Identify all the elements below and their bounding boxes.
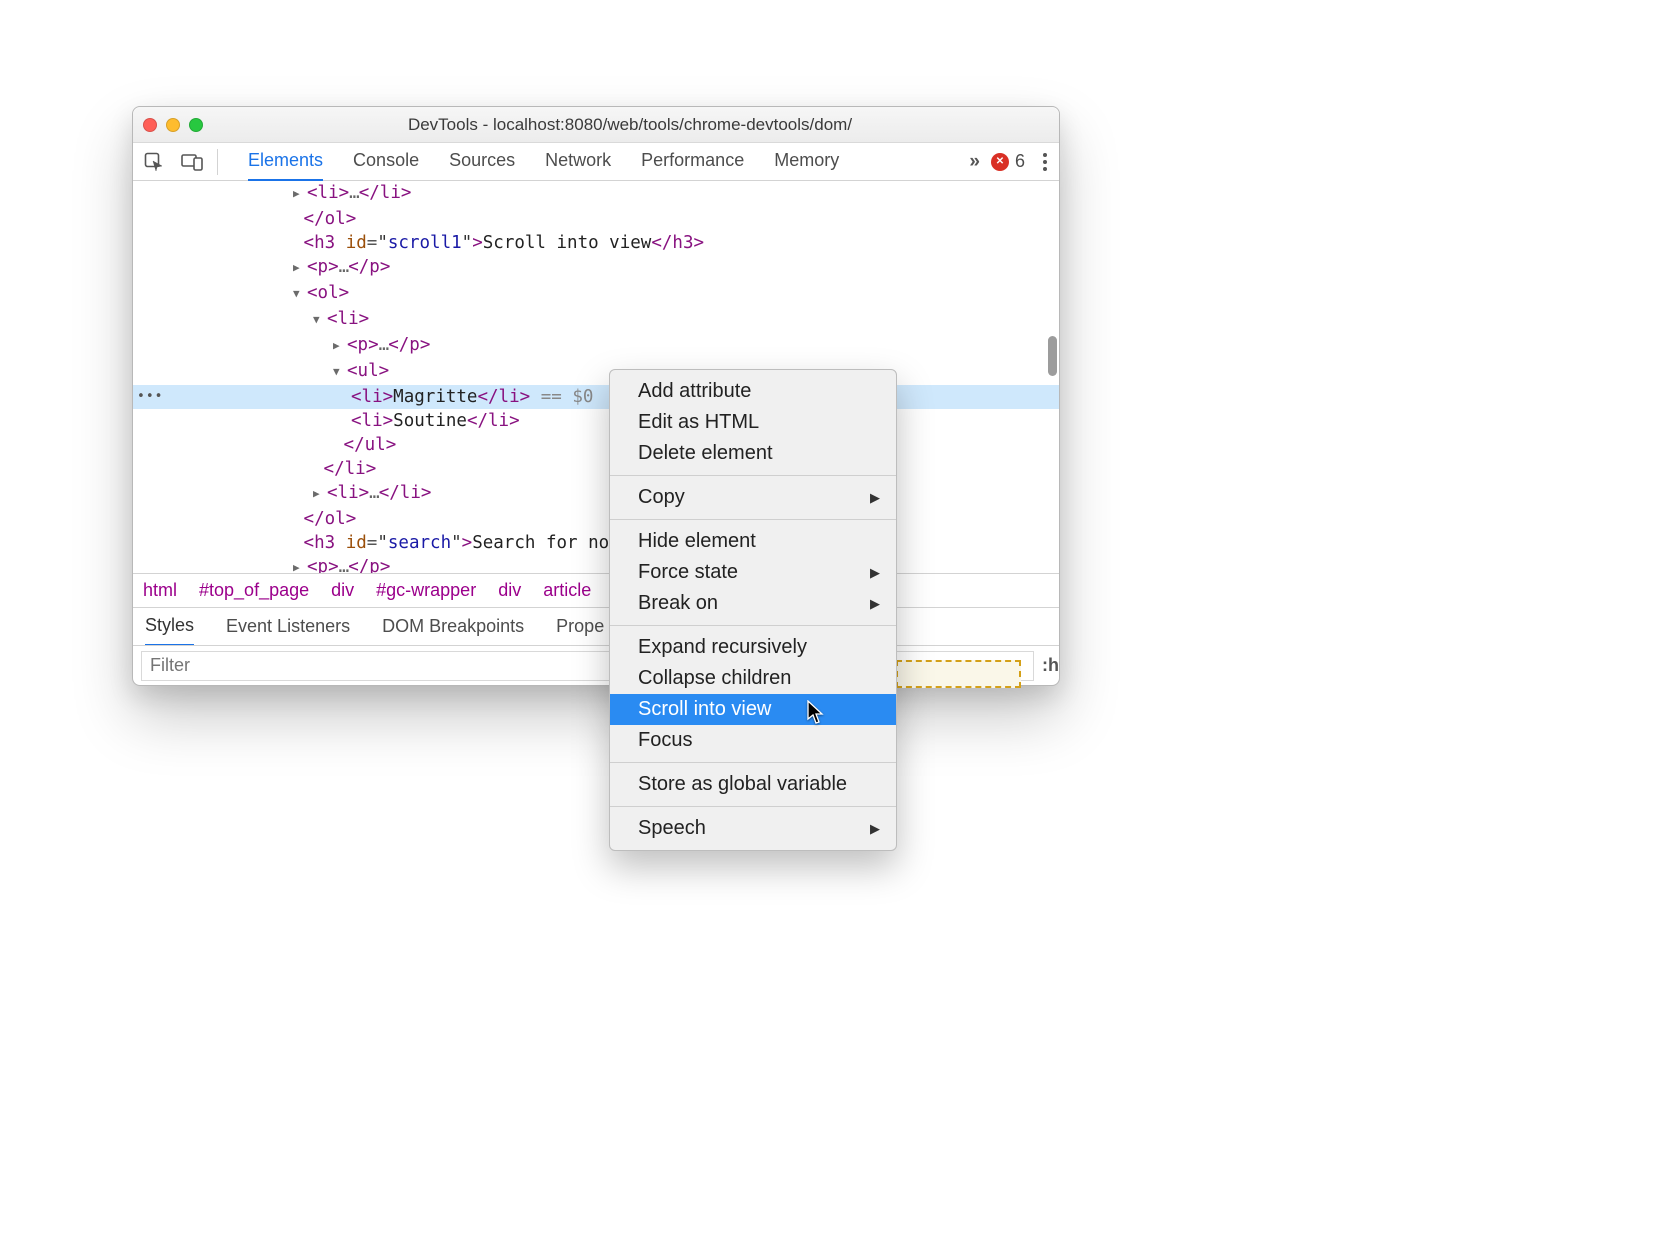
window-zoom-button[interactable] (189, 118, 203, 132)
context-menu-separator (610, 519, 896, 520)
window-titlebar: DevTools - localhost:8080/web/tools/chro… (133, 107, 1059, 143)
subtab-event-listeners[interactable]: Event Listeners (226, 608, 350, 645)
hover-toggle[interactable]: :h (1042, 655, 1059, 676)
context-menu-item[interactable]: Copy (610, 482, 896, 513)
context-menu-item[interactable]: Expand recursively (610, 632, 896, 663)
subtab-dom-breakpoints[interactable]: DOM Breakpoints (382, 608, 524, 645)
dom-tree-row[interactable]: <li>Soutine</li> (133, 409, 1059, 433)
context-menu-item[interactable]: Store as global variable (610, 769, 896, 800)
dom-tree-row[interactable]: </ul> (133, 433, 1059, 457)
dom-tree-row[interactable]: <h3 id="scroll1">Scroll into view</h3> (133, 231, 1059, 255)
dom-tree-row[interactable]: <li>Magritte</li> == $0 (133, 385, 1059, 409)
context-menu-item[interactable]: Delete element (610, 438, 896, 469)
dom-tree-row[interactable]: <h3 id="search">Search for node (133, 531, 1059, 555)
context-menu-separator (610, 806, 896, 807)
device-toolbar-icon[interactable] (179, 149, 205, 175)
dom-tree-row[interactable]: <p>…</p> (133, 255, 1059, 281)
context-menu-item[interactable]: Add attribute (610, 376, 896, 407)
dom-tree-row[interactable]: <li> (133, 307, 1059, 333)
error-icon (991, 153, 1009, 171)
devtools-window: DevTools - localhost:8080/web/tools/chro… (132, 106, 1060, 686)
dom-tree-row[interactable]: <ul> (133, 359, 1059, 385)
dom-tree-selected-row[interactable]: •••<li>Magritte</li> == $0 (133, 385, 1059, 409)
subtab-styles[interactable]: Styles (145, 607, 194, 646)
context-menu-separator (610, 625, 896, 626)
tab-performance[interactable]: Performance (641, 142, 744, 181)
toolbar-separator (217, 149, 218, 175)
context-menu-item[interactable]: Collapse children (610, 663, 896, 694)
inspect-element-icon[interactable] (141, 149, 167, 175)
dom-tree-row[interactable]: </li> (133, 457, 1059, 481)
error-count: 6 (1015, 151, 1025, 172)
crumb-item[interactable]: #gc-wrapper (376, 580, 476, 601)
dom-tree-row[interactable]: <ol> (133, 281, 1059, 307)
crumb-item[interactable]: div (498, 580, 521, 601)
panel-toolbar: Elements Console Sources Network Perform… (133, 143, 1059, 181)
more-tabs-icon[interactable]: » (969, 151, 977, 173)
elements-context-menu: Add attributeEdit as HTMLDelete element C… (609, 369, 897, 851)
dom-tree-row[interactable]: <p>…</p> (133, 555, 1059, 573)
dom-tree-row[interactable]: </ol> (133, 207, 1059, 231)
styles-subpanel-tabs: Styles Event Listeners DOM Breakpoints P… (133, 607, 1059, 645)
scrollbar-thumb[interactable] (1048, 336, 1057, 376)
crumb-item[interactable]: html (143, 580, 177, 601)
crumb-item[interactable]: #top_of_page (199, 580, 309, 601)
tab-console[interactable]: Console (353, 142, 419, 181)
context-menu-item[interactable]: Hide element (610, 526, 896, 557)
context-menu-separator (610, 762, 896, 763)
context-menu-item[interactable]: Speech (610, 813, 896, 844)
crumb-item[interactable]: article (543, 580, 591, 601)
dom-tree-row[interactable]: <li>…</li> (133, 181, 1059, 207)
dom-tree-row[interactable]: <p>…</p> (133, 333, 1059, 359)
context-menu-item[interactable]: Break on (610, 588, 896, 619)
tab-memory[interactable]: Memory (774, 142, 839, 181)
metrics-margin-box (896, 660, 1021, 688)
context-menu-item[interactable]: Scroll into view (610, 694, 896, 725)
context-menu-item[interactable]: Focus (610, 725, 896, 756)
context-menu-item[interactable]: Edit as HTML (610, 407, 896, 438)
crumb-item[interactable]: div (331, 580, 354, 601)
window-title: DevTools - localhost:8080/web/tools/chro… (211, 115, 1049, 135)
settings-menu-icon[interactable] (1039, 149, 1051, 175)
window-traffic-lights (143, 118, 203, 132)
tab-sources[interactable]: Sources (449, 142, 515, 181)
elements-dom-tree[interactable]: <li>…</li> </ol> <h3 id="scroll1">Scroll… (133, 181, 1059, 573)
window-minimize-button[interactable] (166, 118, 180, 132)
context-menu-item[interactable]: Force state (610, 557, 896, 588)
gutter-actions-icon[interactable]: ••• (137, 385, 163, 409)
panel-tabs: Elements Console Sources Network Perform… (248, 142, 839, 181)
error-counter[interactable]: 6 (991, 151, 1025, 172)
window-close-button[interactable] (143, 118, 157, 132)
elements-breadcrumb[interactable]: html #top_of_page div #gc-wrapper div ar… (133, 573, 1059, 607)
subtab-properties[interactable]: Prope (556, 608, 604, 645)
context-menu-separator (610, 475, 896, 476)
tab-network[interactable]: Network (545, 142, 611, 181)
dom-tree-row[interactable]: </ol> (133, 507, 1059, 531)
dom-tree-row[interactable]: <li>…</li> (133, 481, 1059, 507)
tab-elements[interactable]: Elements (248, 142, 323, 181)
